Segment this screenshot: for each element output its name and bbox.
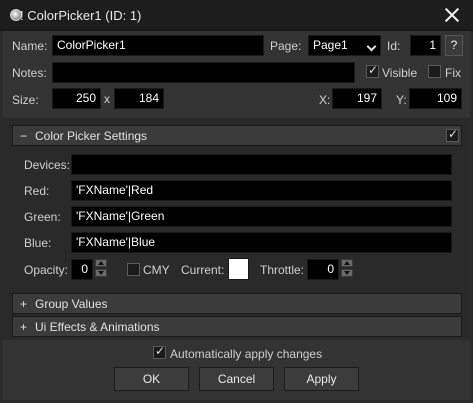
devices-input[interactable] [71, 154, 452, 175]
visible-checkbox[interactable] [366, 63, 379, 78]
page-select-value: Page1 [313, 38, 348, 52]
properties-header: Name: ColorPicker1 Page: Page1 Id: 1 ? N… [3, 31, 470, 118]
green-label: Green: [24, 210, 61, 224]
section-ui-effects[interactable]: + Ui Effects & Animations [12, 316, 462, 337]
id-input[interactable]: 1 [410, 35, 441, 56]
y-input[interactable]: 109 [409, 88, 462, 109]
cancel-button[interactable]: Cancel [199, 367, 274, 391]
section-group-values[interactable]: + Group Values [12, 293, 462, 314]
throttle-input[interactable]: 0 [307, 259, 339, 280]
section-color-picker-settings[interactable]: − Color Picker Settings [12, 125, 462, 146]
size-label: Size: [12, 93, 39, 107]
notes-input[interactable] [52, 62, 355, 83]
visible-label: Visible [382, 66, 418, 80]
section-title: Ui Effects & Animations [35, 320, 160, 334]
blue-label: Blue: [24, 236, 52, 250]
page-select[interactable]: Page1 [308, 35, 381, 56]
opacity-spin-down[interactable] [95, 269, 107, 277]
blue-input[interactable]: 'FXName'|Blue [71, 232, 452, 253]
devices-label: Devices: [24, 158, 71, 172]
red-input[interactable]: 'FXName'|Red [71, 180, 452, 201]
help-button[interactable]: ? [445, 35, 463, 56]
chevron-down-icon [366, 41, 377, 52]
close-icon[interactable] [437, 2, 467, 28]
name-label: Name: [12, 39, 48, 53]
cmy-label: CMY [143, 263, 170, 277]
current-label: Current: [181, 263, 225, 277]
green-input[interactable]: 'FXName'|Green [71, 206, 452, 227]
width-input[interactable]: 250 [52, 88, 101, 109]
page-label: Page: [270, 39, 302, 53]
apply-button[interactable]: Apply [284, 367, 359, 391]
id-label: Id: [387, 39, 401, 53]
name-input[interactable]: ColorPicker1 [52, 35, 264, 56]
collapse-icon: − [20, 129, 28, 143]
settings-content: − Color Picker Settings Devices: Red: 'F… [3, 118, 470, 338]
ok-button[interactable]: OK [114, 367, 189, 391]
section-title: Group Values [35, 297, 108, 311]
fix-label: Fix [445, 66, 461, 80]
throttle-spin-up[interactable] [341, 259, 353, 267]
opacity-input[interactable]: 0 [71, 259, 93, 280]
x-input[interactable]: 197 [332, 88, 382, 109]
size-separator: x [104, 92, 110, 106]
cmy-checkbox[interactable] [127, 263, 140, 276]
title-prefix: ! [20, 8, 24, 23]
opacity-spin-up[interactable] [95, 259, 107, 267]
notes-label: Notes: [12, 66, 47, 80]
y-label: Y: [396, 93, 407, 107]
auto-apply-label: Automatically apply changes [170, 347, 323, 361]
throttle-label: Throttle: [260, 263, 305, 277]
expand-icon: + [20, 320, 28, 334]
throttle-spin-down[interactable] [341, 269, 353, 277]
title-label: ColorPicker1 (ID: 1) [27, 8, 142, 23]
expand-icon: + [20, 297, 28, 311]
section-enabled-checkbox[interactable] [446, 127, 459, 142]
current-color-swatch[interactable] [228, 258, 249, 280]
dialog-footer: Automatically apply changes OK Cancel Ap… [3, 340, 470, 400]
section-title: Color Picker Settings [35, 129, 148, 143]
auto-apply-checkbox[interactable] [153, 344, 166, 359]
opacity-label: Opacity: [24, 263, 69, 277]
title-bar[interactable]: ! ColorPicker1 (ID: 1) [0, 0, 473, 31]
height-input[interactable]: 184 [114, 88, 164, 109]
x-label: X: [319, 93, 331, 107]
window-title: ! ColorPicker1 (ID: 1) [20, 8, 141, 23]
red-label: Red: [24, 184, 50, 198]
fix-checkbox[interactable] [428, 65, 441, 78]
